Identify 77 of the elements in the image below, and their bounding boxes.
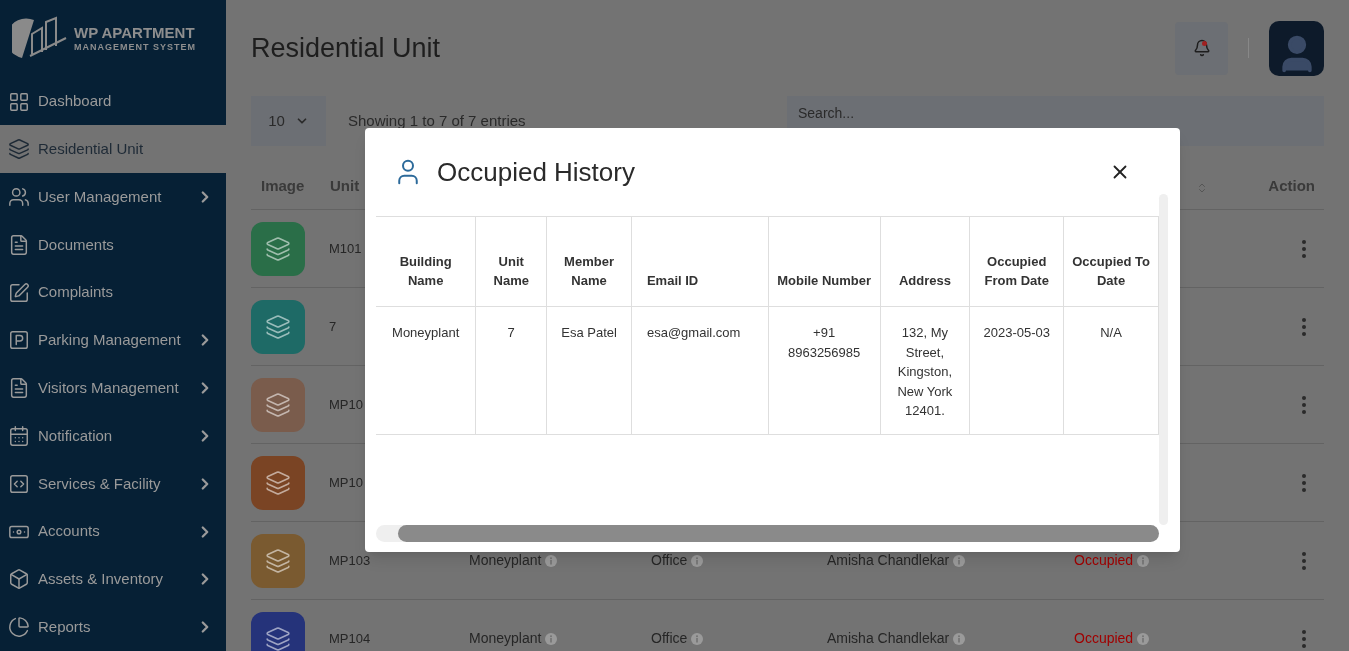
page-title: Residential Unit xyxy=(251,31,442,65)
sidebar-item[interactable]: Residential Unit xyxy=(0,125,226,174)
sidebar-item[interactable]: Notification xyxy=(0,412,226,460)
building-name: Moneyplant xyxy=(469,550,651,571)
unit-name: 7 xyxy=(329,319,337,334)
unit-name: MP10 xyxy=(329,475,363,490)
column-header: Occupied To Date xyxy=(1063,216,1159,307)
column-header: Member Name xyxy=(546,216,632,307)
menu-icon xyxy=(8,90,30,113)
sidebar-item[interactable]: Visitors Management xyxy=(0,364,226,413)
notification-button[interactable] xyxy=(1175,21,1228,75)
column-header: Address xyxy=(880,216,970,307)
sidebar-item[interactable]: Parking Management xyxy=(0,316,226,365)
layers-icon xyxy=(265,547,291,574)
logo-subtitle: MANAGEMENT SYSTEM xyxy=(74,43,196,53)
unit-type: Office xyxy=(651,550,827,571)
menu-icon xyxy=(8,568,30,591)
menu-icon xyxy=(8,281,30,304)
sidebar-item[interactable]: Assets & Inventory xyxy=(0,555,226,604)
unit-name: MP104 xyxy=(329,631,371,646)
column-header: Unit Name xyxy=(475,216,547,307)
menu-icon xyxy=(8,616,30,639)
info-icon xyxy=(545,632,558,645)
table-cell: N/A xyxy=(1063,306,1159,435)
column-header: Email ID xyxy=(631,216,769,307)
info-icon xyxy=(953,632,966,645)
unit-type: Office xyxy=(651,628,827,649)
table-cell: +91 8963256985 xyxy=(768,306,880,435)
column-header: Occupied From Date xyxy=(969,216,1064,307)
menu-icon xyxy=(8,138,30,161)
sidebar-item[interactable]: User Management xyxy=(0,173,226,221)
menu-icon xyxy=(8,186,30,209)
column-header: Building Name xyxy=(376,216,476,307)
unit-name: MP103 xyxy=(329,553,371,568)
column-header: Mobile Number xyxy=(768,216,880,307)
info-icon xyxy=(1137,632,1150,645)
table-cell: 7 xyxy=(475,306,547,435)
menu-icon xyxy=(8,377,30,400)
info-icon xyxy=(691,554,704,567)
table-cell: Esa Patel xyxy=(546,306,632,435)
layers-icon xyxy=(265,625,291,651)
building-name: Moneyplant xyxy=(469,628,651,649)
vertical-scrollbar[interactable] xyxy=(1159,194,1168,525)
info-icon xyxy=(953,554,966,567)
menu-icon xyxy=(8,233,30,256)
horizontal-scrollbar[interactable] xyxy=(376,525,1159,542)
logo-title: WP APARTMENT xyxy=(74,25,196,41)
info-icon xyxy=(545,554,558,567)
info-icon xyxy=(691,632,704,645)
member-name: Amisha Chandlekar xyxy=(827,550,1074,571)
layers-icon xyxy=(265,391,291,418)
entries-info: Showing 1 to 7 of 7 entries xyxy=(348,110,527,131)
status: Occupied xyxy=(1074,550,1150,571)
avatar[interactable] xyxy=(1269,20,1324,76)
layers-icon xyxy=(265,313,291,340)
menu-icon xyxy=(8,329,30,352)
sidebar-item[interactable]: Services & Facility xyxy=(0,459,226,508)
table-cell: 132, My Street, Kingston, New York 12401. xyxy=(880,306,970,435)
sidebar-item[interactable]: Accounts xyxy=(0,507,226,556)
sidebar-item[interactable]: Documents xyxy=(0,221,226,269)
menu-icon xyxy=(8,425,30,447)
member-name: Amisha Chandlekar xyxy=(827,628,1074,649)
status: Occupied xyxy=(1074,628,1150,649)
layers-icon xyxy=(265,469,291,496)
unit-name: MP10 xyxy=(329,397,363,412)
unit-name: M101 xyxy=(329,241,362,256)
dialog-title: Occupied History xyxy=(437,155,636,189)
table-cell: esa@gmail.com xyxy=(631,306,769,435)
sidebar-item[interactable]: Complaints xyxy=(0,268,226,317)
sidebar-item[interactable]: Reports xyxy=(0,603,226,651)
menu-icon xyxy=(8,472,30,495)
layers-icon xyxy=(265,235,291,262)
table-cell: 2023-05-03 xyxy=(969,306,1064,435)
table-cell: Moneyplant xyxy=(376,306,476,435)
bell-icon xyxy=(1192,39,1211,57)
info-icon xyxy=(1137,554,1150,567)
sidebar-item[interactable]: Dashboard xyxy=(0,77,226,126)
